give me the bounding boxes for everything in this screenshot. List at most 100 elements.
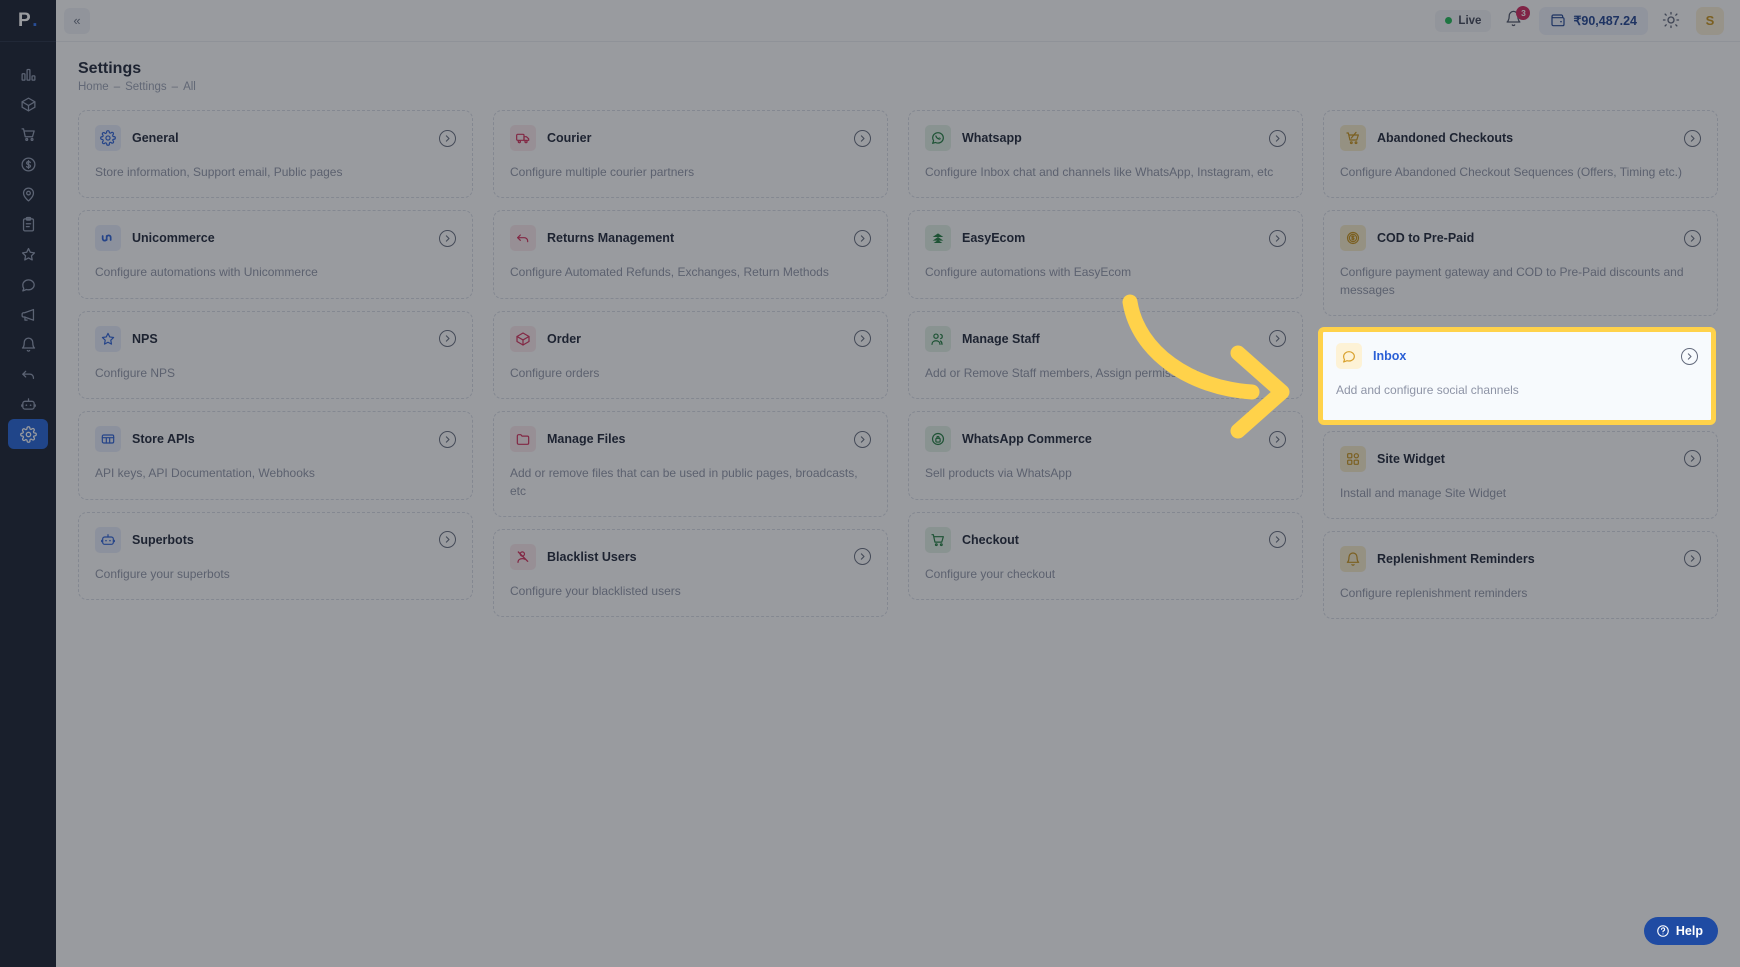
card-title: COD to Pre-Paid [1377, 231, 1475, 246]
sidebar-item-analytics[interactable] [8, 59, 48, 89]
truck-icon [510, 125, 536, 151]
card-header: Manage Staff [925, 325, 1286, 352]
breadcrumb-item[interactable]: All [183, 81, 196, 93]
folder-icon [510, 426, 536, 453]
chevron-right-icon[interactable] [1269, 531, 1286, 549]
gear-icon [19, 425, 37, 443]
settings-card-courier[interactable]: Courier Configure multiple courier partne… [493, 110, 888, 199]
settings-card-general[interactable]: General Store information, Support email,… [78, 110, 473, 199]
card-header: Unicommerce [95, 225, 456, 252]
chevron-right-icon[interactable] [854, 548, 871, 566]
chevron-right-icon[interactable] [854, 330, 871, 348]
card-title: NPS [132, 331, 158, 346]
highlighted-inbox-card-spotlight[interactable]: Inbox Add and configure social channels [1318, 327, 1716, 425]
settings-card-blacklist-users[interactable]: Blacklist Users Configure your blackliste… [493, 528, 888, 618]
card-header: Store APIs [95, 426, 456, 453]
sidebar-item-locations[interactable] [8, 179, 48, 209]
star-icon [95, 325, 121, 352]
card-title: Blacklist Users [547, 549, 637, 564]
card-header: NPS [95, 325, 456, 352]
chevron-right-icon[interactable] [1684, 450, 1701, 468]
card-header: General [95, 125, 456, 151]
settings-card-nps[interactable]: NPS Configure NPS [78, 310, 473, 400]
card-header: Site Widget [1340, 445, 1701, 472]
card-title: Whatsapp [962, 131, 1022, 145]
settings-card-site-widget[interactable]: Site Widget Install and manage Site Widge… [1323, 430, 1718, 519]
sidebar-item-orders[interactable] [8, 209, 48, 239]
chevron-right-icon[interactable] [439, 129, 456, 147]
sidebar-item-products[interactable] [8, 89, 48, 119]
card-header: Replenishment Reminders [1340, 545, 1701, 572]
cart-icon [925, 526, 951, 553]
chevron-right-icon[interactable] [439, 229, 456, 247]
breadcrumb-item[interactable]: Home [78, 81, 109, 93]
card-description: Configure Automated Refunds, Exchanges, … [510, 265, 829, 280]
star-icon [20, 246, 37, 263]
chevron-right-icon[interactable] [1684, 129, 1701, 147]
chevron-double-left-icon: « [73, 13, 81, 28]
live-status-dot [1445, 17, 1453, 24]
chevron-right-icon[interactable] [854, 129, 871, 147]
card-title: Abandoned Checkouts [1377, 131, 1514, 145]
chevron-right-icon[interactable] [1684, 229, 1701, 247]
sidebar-item-reminders[interactable] [8, 329, 48, 359]
settings-card-easyecom[interactable]: EasyEcom Configure automations with EasyE… [908, 210, 1303, 299]
help-button[interactable]: Help [1643, 917, 1718, 945]
card-title: Inbox [1373, 349, 1407, 363]
notifications-button[interactable]: 3 [1505, 5, 1531, 32]
brand-logo[interactable]: P. [0, 0, 56, 42]
card-title: Manage Staff [962, 331, 1040, 346]
chevron-right-icon[interactable] [439, 430, 456, 448]
sidebar-item-reviews[interactable] [8, 239, 48, 269]
wallet-icon [1551, 13, 1566, 26]
settings-card-store-apis[interactable]: Store APIs API keys, API Documentation, W… [78, 411, 473, 500]
chevron-right-icon[interactable] [1269, 129, 1286, 147]
live-status-pill[interactable]: Live [1435, 9, 1492, 32]
chevron-right-icon[interactable] [1684, 550, 1701, 568]
chevron-right-icon[interactable] [854, 430, 871, 448]
sidebar-item-superbots[interactable] [8, 389, 48, 419]
wallet-balance-button[interactable]: ₹90,487.24 [1539, 6, 1648, 35]
chevron-right-icon[interactable] [854, 229, 871, 247]
settings-card-whatsapp[interactable]: Whatsapp Configure Inbox chat and channel… [908, 110, 1303, 199]
chevron-right-icon[interactable] [439, 531, 456, 549]
card-title: Site Widget [1377, 451, 1445, 466]
sidebar-item-settings[interactable] [8, 419, 48, 449]
theme-toggle-button[interactable] [1662, 11, 1682, 31]
card-title: Returns Management [547, 231, 675, 246]
settings-card-checkout[interactable]: Checkout Configure your checkout [908, 511, 1303, 600]
abandoned-cart-icon [1340, 125, 1366, 151]
settings-card-whatsapp-commerce[interactable]: WhatsApp Commerce Sell products via Whats… [908, 411, 1303, 500]
settings-card-inbox[interactable]: Inbox Add and configure social channels [1318, 327, 1716, 425]
card-header: Order [510, 325, 871, 352]
cart-icon [20, 126, 37, 143]
card-header: Inbox [1336, 343, 1698, 369]
settings-card-unicommerce[interactable]: Unicommerce Configure automations with Un… [78, 210, 473, 299]
chevron-right-icon[interactable] [1269, 330, 1286, 348]
card-title: Checkout [962, 532, 1019, 547]
sidebar-item-inbox[interactable] [8, 269, 48, 299]
settings-card-abandoned-checkouts[interactable]: Abandoned Checkouts Configure Abandoned C… [1323, 110, 1718, 199]
box-icon [20, 96, 37, 113]
chevron-right-icon[interactable] [439, 330, 456, 348]
settings-card-cod-to-pre-paid[interactable]: COD to Pre-Paid Configure payment gateway… [1323, 210, 1718, 317]
sidebar-item-abandoned-cart[interactable] [8, 119, 48, 149]
sidebar-item-returns[interactable] [8, 359, 48, 389]
card-description: Configure Abandoned Checkout Sequences (… [1340, 165, 1682, 179]
settings-card-order[interactable]: Order Configure orders [493, 310, 888, 400]
card-header: WhatsApp Commerce [925, 426, 1286, 453]
settings-card-returns-management[interactable]: Returns Management Configure Automated Re… [493, 210, 888, 299]
sidebar-collapse-button[interactable]: « [64, 7, 90, 34]
api-icon [95, 426, 121, 453]
chevron-right-icon[interactable] [1269, 430, 1286, 448]
sidebar-item-broadcasts[interactable] [8, 299, 48, 329]
user-avatar[interactable]: S [1696, 6, 1724, 35]
settings-card-replenishment-reminders[interactable]: Replenishment Reminders Configure repleni… [1323, 530, 1718, 620]
chevron-right-icon[interactable] [1269, 229, 1286, 247]
settings-card-superbots[interactable]: Superbots Configure your superbots [78, 511, 473, 600]
settings-card-manage-staff[interactable]: Manage Staff Add or Remove Staff members,… [908, 310, 1303, 400]
breadcrumb-item[interactable]: Settings [125, 81, 167, 93]
settings-card-manage-files[interactable]: Manage Files Add or remove files that can… [493, 411, 888, 517]
sidebar-item-payments[interactable] [8, 149, 48, 179]
chevron-right-icon[interactable] [1681, 347, 1698, 365]
